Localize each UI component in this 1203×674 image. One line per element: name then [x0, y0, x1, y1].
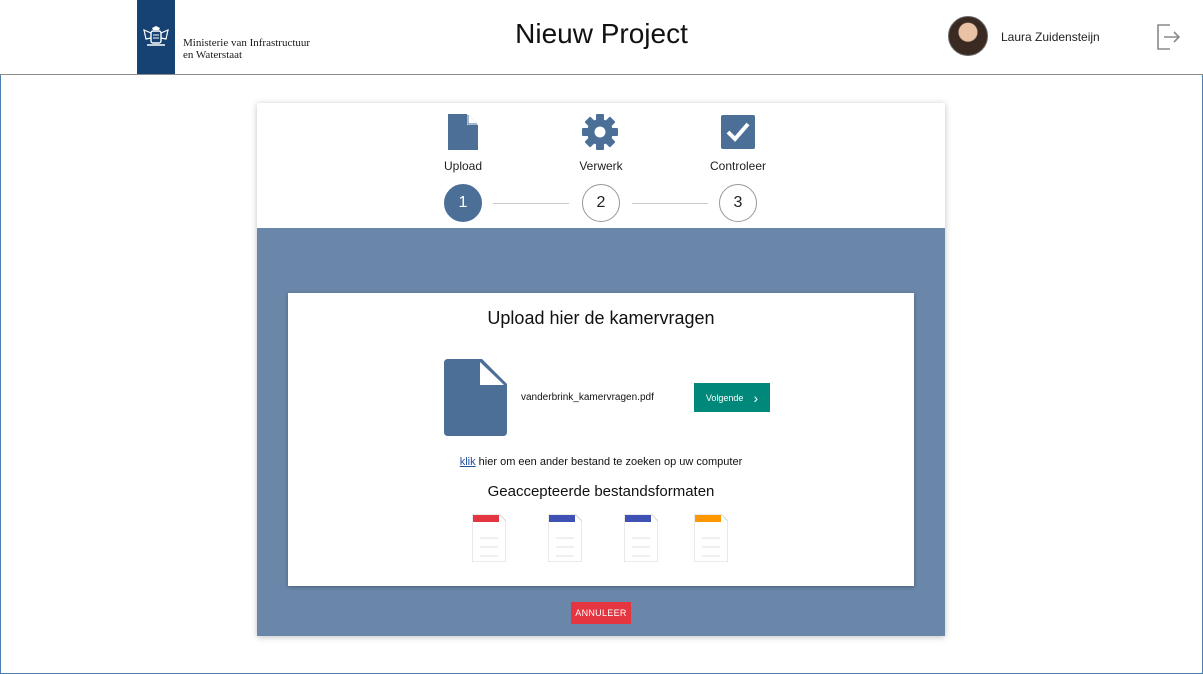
upload-panel: Upload hier de kamervragen vanderbrink_k…: [288, 293, 914, 586]
step-connector: [632, 203, 708, 204]
checkbox-icon: [721, 115, 755, 149]
uploaded-file-icon: [444, 359, 507, 436]
stepper: Upload Verwerk Controleer 1 2 3: [257, 103, 945, 228]
user-name[interactable]: Laura Zuidensteijn: [1001, 30, 1100, 44]
doc-format-icon: [548, 514, 582, 562]
pdf-format-icon: [472, 514, 506, 562]
content-area: Upload hier de kamervragen vanderbrink_k…: [257, 228, 945, 636]
file-name: vanderbrink_kamervragen.pdf: [521, 392, 654, 403]
upload-title: Upload hier de kamervragen: [487, 308, 715, 328]
org-name-line2: en Waterstaat: [183, 49, 243, 61]
formats-title: Geaccepteerde bestandsformaten: [487, 483, 715, 500]
next-button[interactable]: Volgende ›: [694, 383, 770, 412]
browse-link[interactable]: klik: [460, 456, 476, 468]
other-format-icon: [694, 514, 728, 562]
step-2-circle[interactable]: 2: [582, 184, 620, 222]
file-icon: [448, 114, 478, 150]
chevron-right-icon: ›: [753, 389, 759, 406]
step-1-circle[interactable]: 1: [444, 184, 482, 222]
step-3-circle[interactable]: 3: [719, 184, 757, 222]
step-connector: [493, 203, 569, 204]
gear-icon: [582, 114, 618, 150]
logout-icon[interactable]: [1155, 22, 1181, 52]
cancel-button[interactable]: ANNULEER: [571, 602, 631, 624]
step-label-controleer: Controleer: [709, 159, 767, 173]
browse-hint-text: hier om een ander bestand te zoeken op u…: [475, 456, 743, 468]
next-button-label: Volgende: [705, 392, 744, 403]
header: Ministerie van Infrastructuur en Waterst…: [0, 0, 1203, 75]
step-label-verwerk: Verwerk: [579, 159, 623, 173]
avatar[interactable]: [948, 16, 988, 56]
browse-hint: klik hier om een ander bestand te zoeken…: [288, 456, 914, 468]
step-label-upload: Upload: [443, 159, 483, 173]
wizard-card: Upload Verwerk Controleer 1 2 3 Upload h…: [257, 103, 945, 636]
docx-format-icon: [624, 514, 658, 562]
